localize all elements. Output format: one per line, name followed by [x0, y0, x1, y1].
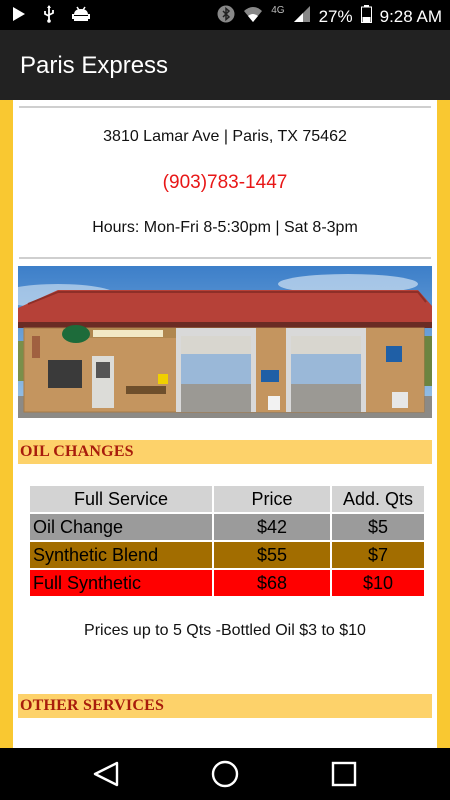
clock-time: 9:28 AM [379, 6, 442, 26]
play-icon [12, 6, 26, 27]
price-cell: $55 [256, 544, 288, 565]
battery-icon [360, 5, 372, 28]
column-header-full-service: Full Service [30, 486, 212, 512]
address-text: 3810 Lamar Ave | Paris, TX 75462 [103, 128, 347, 145]
service-name-cell: Oil Change [33, 516, 124, 537]
add-qts-cell: $10 [362, 572, 394, 593]
table-row: Synthetic Blend $55 $7 [30, 542, 424, 568]
recents-icon[interactable] [331, 761, 357, 792]
divider-top [19, 106, 431, 108]
storefront-photo [18, 266, 432, 418]
pricing-note: Prices up to 5 Qts -Bottled Oil $3 to $1… [84, 622, 366, 639]
add-qts-cell: $5 [367, 516, 389, 537]
service-name-cell: Synthetic Blend [33, 544, 159, 565]
back-icon[interactable] [92, 761, 120, 792]
signal-icon [293, 5, 311, 28]
oil-change-price-table: Full Service Price Add. Qts Oil Change $… [28, 484, 426, 598]
oil-changes-heading: OIL CHANGES [18, 440, 432, 464]
column-header-add-qts: Add. Qts [332, 486, 424, 512]
page-content[interactable]: 3810 Lamar Ave | Paris, TX 75462 (903)78… [0, 100, 450, 748]
navigation-bar [0, 748, 450, 800]
app-bar: Paris Express [0, 30, 450, 100]
other-services-heading-text: OTHER SERVICES [20, 697, 165, 714]
oil-changes-heading-text: OIL CHANGES [20, 443, 134, 460]
bluetooth-icon [217, 5, 235, 28]
service-name-cell: Full Synthetic [33, 572, 142, 593]
battery-percent: 27% [318, 6, 353, 26]
table-header-row: Full Service Price Add. Qts [30, 486, 424, 512]
content-panel: 3810 Lamar Ave | Paris, TX 75462 (903)78… [13, 100, 437, 748]
android-debug-icon [72, 6, 90, 27]
usb-icon [42, 5, 56, 28]
wifi-icon [243, 5, 263, 28]
divider-middle [19, 257, 431, 259]
phone-link[interactable]: (903)783-1447 [13, 172, 437, 194]
home-icon[interactable] [211, 760, 239, 793]
network-type-label: 4G [271, 5, 285, 16]
column-header-price: Price [214, 486, 330, 512]
table-row: Oil Change $42 $5 [30, 514, 424, 540]
other-services-heading: OTHER SERVICES [18, 694, 432, 718]
status-bar: 4G 27% 9:28 AM [0, 0, 450, 30]
hours-text: Hours: Mon-Fri 8-5:30pm | Sat 8-3pm [92, 219, 358, 236]
price-cell: $42 [256, 516, 288, 537]
app-title: Paris Express [20, 52, 169, 79]
table-row: Full Synthetic $68 $10 [30, 570, 424, 596]
add-qts-cell: $7 [367, 544, 389, 565]
price-cell: $68 [256, 572, 288, 593]
